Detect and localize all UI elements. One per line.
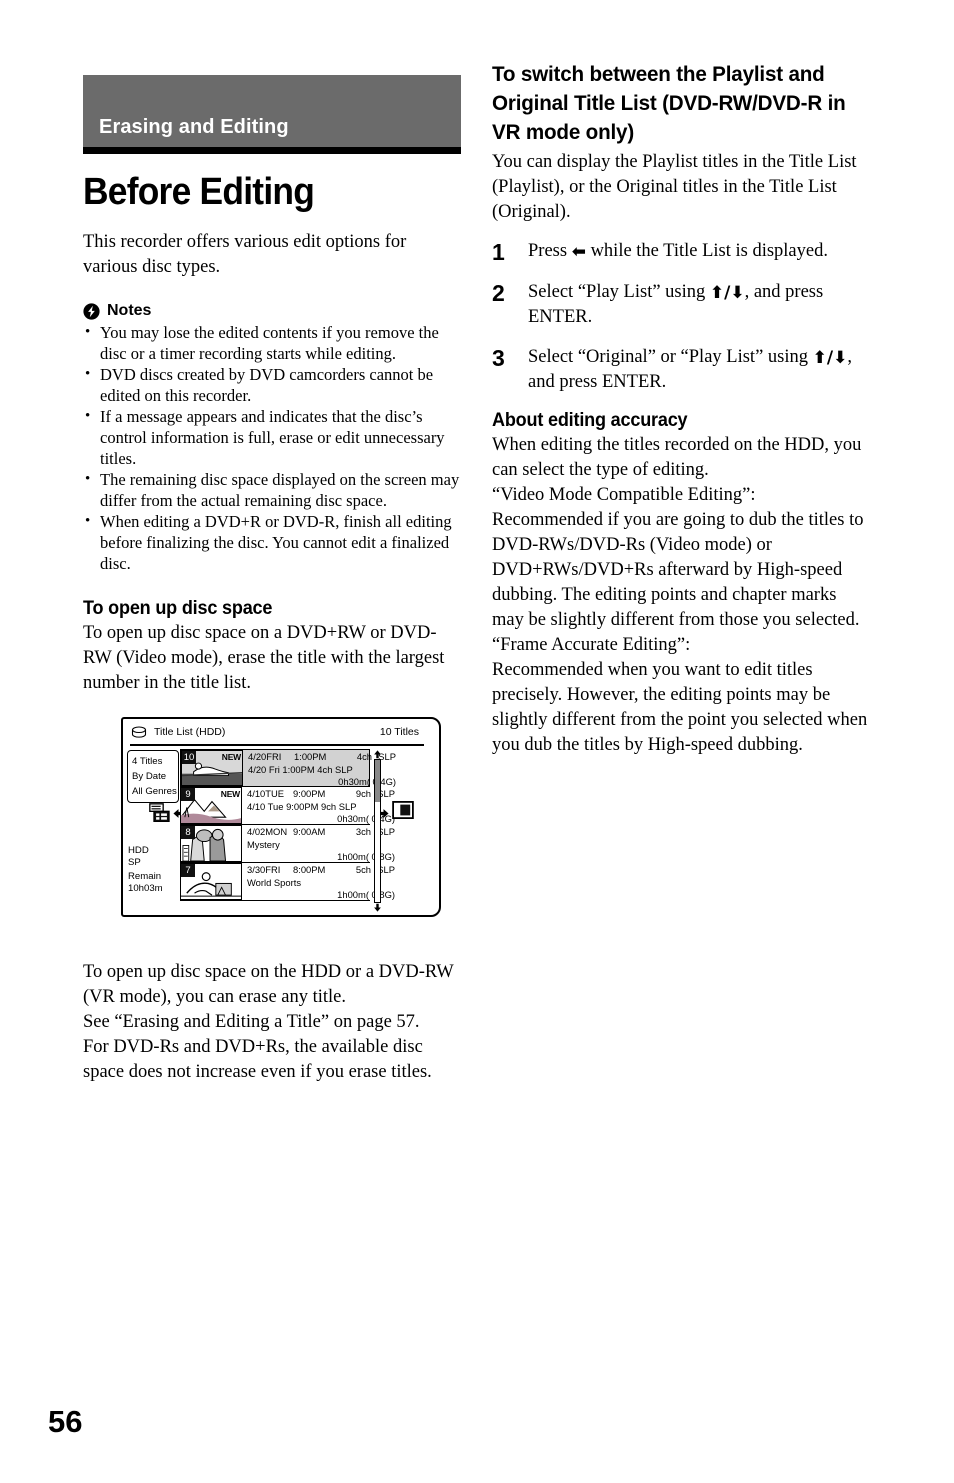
accuracy-paragraph: When editing the titles recorded on the … xyxy=(492,435,862,480)
genre-list-icon[interactable] xyxy=(146,803,172,823)
scrollbar[interactable] xyxy=(373,750,382,912)
note-item: The remaining disc space displayed on th… xyxy=(83,469,461,511)
after-figure-paragraph: To open up disc space on the HDD or a DV… xyxy=(83,962,454,1007)
hdd-remain-label: Remain xyxy=(128,871,162,882)
note-item: If a message appears and indicates that … xyxy=(83,406,461,469)
step-number: 3 xyxy=(492,345,505,371)
notes-title: Notes xyxy=(107,302,152,319)
up-down-arrow-key-icon: ⬆/⬇ xyxy=(812,348,848,368)
title-thumbnail[interactable]: 7 xyxy=(180,863,242,900)
intro-paragraph: This recorder offers various edit option… xyxy=(83,232,407,277)
left-column: Erasing and Editing Before Editing This … xyxy=(83,75,461,1085)
bolt-icon xyxy=(83,302,100,320)
list-item: 3 Select “Original” or “Play List” using… xyxy=(492,345,870,395)
title-thumbnail[interactable]: 10 NEW xyxy=(181,750,243,786)
disc-icon xyxy=(131,725,147,738)
title-number: 9 xyxy=(181,788,195,801)
page-number: 56 xyxy=(48,1404,83,1439)
title-number: 10 xyxy=(182,751,196,764)
accuracy-paragraph: Recommended if you are going to dub the … xyxy=(492,510,864,630)
new-badge: NEW xyxy=(220,789,240,799)
accuracy-paragraph: “Frame Accurate Editing”: xyxy=(492,635,691,655)
hdd-remain-value: 10h03m xyxy=(128,882,163,894)
scroll-down-icon[interactable] xyxy=(373,903,382,912)
title-channel: 4ch xyxy=(356,751,372,762)
step-number: 1 xyxy=(492,239,505,265)
title-date: 4/20FRI xyxy=(248,751,282,762)
banner-rule xyxy=(83,147,461,154)
title-channel: 3ch xyxy=(355,826,371,837)
scroll-up-icon[interactable] xyxy=(373,750,382,759)
filter-titles-count[interactable]: 4 Titles xyxy=(132,754,178,769)
table-row[interactable]: 10 NEW 4/20FRI 1:00PM 4ch SLP 4/20 Fri 1… xyxy=(180,749,396,787)
title-number: 7 xyxy=(181,864,195,877)
editing-accuracy-heading: About editing accuracy xyxy=(492,410,688,431)
up-down-arrow-key-icon: ⬆/⬇ xyxy=(709,283,745,303)
title-time: 9:00PM xyxy=(293,788,326,799)
filter-sort-by-date[interactable]: By Date xyxy=(132,769,178,784)
tv-screen-mock: Title List (HDD) 10 Titles 4 Titles By D… xyxy=(121,717,441,917)
table-row[interactable]: 9 NEW 4/10TUE 9:00PM 9ch SLP 4/10 Tue 9:… xyxy=(180,787,395,825)
after-figure-paragraph: For DVD-Rs and DVD+Rs, the available dis… xyxy=(83,1037,432,1082)
section-banner: Erasing and Editing xyxy=(83,75,461,147)
accuracy-paragraph: Recommended when you want to edit titles… xyxy=(492,660,868,755)
title-channel: 9ch xyxy=(355,788,371,799)
title-time: 8:00PM xyxy=(293,864,326,875)
open-space-heading: To open up disc space xyxy=(83,598,273,619)
title-channel: 5ch xyxy=(355,864,371,875)
new-badge: NEW xyxy=(221,752,241,762)
right-column: To switch between the Playlist and Origi… xyxy=(492,60,870,758)
notes-header: Notes xyxy=(83,302,461,320)
title-list-header-label: Title List (HDD) xyxy=(154,726,226,738)
steps-list: 1 Press ⬅ while the Title List is displa… xyxy=(492,239,870,395)
switch-playlist-paragraph: You can display the Playlist titles in t… xyxy=(492,152,857,222)
left-arrow-key-icon: ⬅ xyxy=(571,242,586,262)
filter-panel[interactable]: 4 Titles By Date All Genres xyxy=(127,750,179,803)
notes-list: You may lose the edited contents if you … xyxy=(83,322,461,574)
step-number: 2 xyxy=(492,280,505,306)
step-text-after: while the Title List is displayed. xyxy=(585,241,828,261)
title-time: 9:00AM xyxy=(293,826,326,837)
note-item: You may lose the edited contents if you … xyxy=(83,322,461,364)
title-row-list: 10 NEW 4/20FRI 1:00PM 4ch SLP 4/20 Fri 1… xyxy=(180,749,396,901)
step-text-before: Select “Play List” using xyxy=(528,282,710,302)
table-row[interactable]: 8 4/02MON 9:00AM 3ch SLP Mystery 1h00m(… xyxy=(180,825,395,863)
step-text-before: Select “Original” or “Play List” using xyxy=(528,347,813,367)
title-date: 3/30FRI xyxy=(247,864,281,875)
hdd-device-label: HDD xyxy=(128,845,149,856)
title-list-header: Title List (HDD) 10 Titles xyxy=(123,719,439,745)
filter-all-genres[interactable]: All Genres xyxy=(132,784,178,799)
header-divider xyxy=(130,744,424,746)
after-figure-paragraph: See “Erasing and Editing a Title” on pag… xyxy=(83,1012,420,1032)
section-banner-label: Erasing and Editing xyxy=(99,116,289,138)
step-text: Press ⬅ while the Title List is displaye… xyxy=(528,239,870,265)
step-text: Select “Original” or “Play List” using ⬆… xyxy=(528,345,870,395)
title-list-figure: Largest title number Title List (HDD) 10… xyxy=(83,716,461,956)
note-item: When editing a DVD+R or DVD-R, finish al… xyxy=(83,511,461,574)
title-count-label: 10 Titles xyxy=(379,726,419,738)
note-item: DVD discs created by DVD camcorders cann… xyxy=(83,364,461,406)
list-item: 2 Select “Play List” using ⬆/⬇, and pres… xyxy=(492,280,870,330)
hdd-status-info: HDD SP Remain 10h03m xyxy=(128,845,163,894)
switch-playlist-heading: To switch between the Playlist and Origi… xyxy=(492,62,846,144)
title-time: 1:00PM xyxy=(294,751,327,762)
title-date: 4/10TUE xyxy=(247,788,284,799)
accuracy-paragraph: “Video Mode Compatible Editing”: xyxy=(492,485,756,505)
title-date: 4/02MON xyxy=(247,826,288,837)
list-item: 1 Press ⬅ while the Title List is displa… xyxy=(492,239,870,265)
page-title: Before Editing xyxy=(83,171,315,213)
hdd-mode-label: SP xyxy=(128,856,141,868)
table-row[interactable]: 7 3/30FRI 8:00PM 5ch SLP World Sports 1h… xyxy=(180,863,395,901)
title-number: 8 xyxy=(181,826,195,839)
title-thumbnail[interactable]: 9 NEW xyxy=(180,787,242,824)
open-space-paragraph: To open up disc space on a DVD+RW or DVD… xyxy=(83,623,445,693)
title-thumbnail[interactable]: 8 xyxy=(180,825,242,862)
step-text-before: Press xyxy=(528,241,572,261)
document-page: Erasing and Editing Before Editing This … xyxy=(0,0,954,1483)
scrollbar-thumb[interactable] xyxy=(375,760,380,802)
step-text: Select “Play List” using ⬆/⬇, and press … xyxy=(528,280,870,330)
